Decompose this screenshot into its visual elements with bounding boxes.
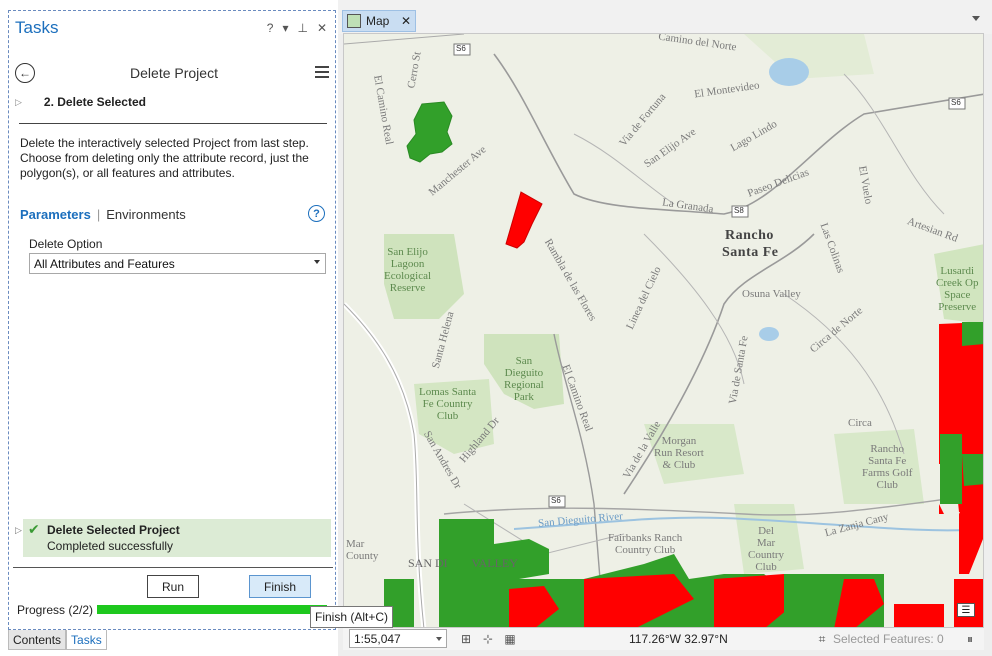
selected-features: Selected Features: 0 [833,632,944,646]
progress-label: Progress (2/2) [17,603,94,617]
message-subtitle: Completed successfully [47,539,174,553]
progress-fill [97,605,327,614]
checkmark-icon: ✔ [28,521,40,537]
map-tab-label: Map [366,14,390,28]
dropdown-icon[interactable]: ▾ [282,21,288,35]
map-label-mar-county: Mar County [346,538,379,562]
coordinate-readout: 117.26°W 32.97°N [629,632,728,646]
tab-parameters[interactable]: Parameters [20,207,91,222]
map-label-lusardi-creek: Lusardi Creek Op Space Preserve [936,265,979,313]
map-label-rancho: Rancho [725,228,774,243]
tab-tasks[interactable]: Tasks [66,630,107,650]
chevron-down-icon [436,637,442,641]
task-description: Delete the interactively selected Projec… [20,136,309,180]
grid-icon[interactable]: ▦ [503,632,517,646]
finish-tooltip: Finish (Alt+C) [310,606,394,628]
run-button[interactable]: Run [147,575,199,598]
menu-icon[interactable] [315,66,329,78]
result-message: ▷ ✔ Delete Selected Project Completed su… [15,519,331,557]
bottom-tabs: Contents Tasks [8,630,107,650]
tasks-frame: Tasks ? ▾ ⊥ ✕ ← Delete Project ▷ 2. Dele… [8,10,336,630]
map-status-bar: 1:55,047 ⊞ ⊹ ▦ 117.26°W 32.97°N ⌗ Select… [343,628,984,650]
snapping-icon[interactable]: ⊹ [481,632,495,646]
pin-icon[interactable]: ⊥ [297,21,307,35]
progress-bar [97,605,327,614]
help-icon[interactable]: ? [267,21,274,35]
close-icon[interactable]: ✕ [317,21,327,35]
delete-option-value: All Attributes and Features [34,257,175,271]
parameter-tabs: Parameters | Environments [20,207,186,222]
tab-environments[interactable]: Environments [106,207,185,222]
tasks-title: Tasks [15,18,59,37]
map-label-lomas-santa-fe: Lomas Santa Fe Country Club [419,386,477,422]
tab-separator: | [96,207,101,222]
fixed-zoom-icon[interactable]: ⊞ [459,632,473,646]
road-shield-s6: S6 [456,44,466,53]
divider [19,123,327,124]
selection-icon: ⌗ [818,631,826,646]
map-view[interactable]: Rancho Santa Fe San Elijo Lagoon Ecologi… [343,33,984,628]
expand-triangle-icon[interactable]: ▷ [15,525,22,536]
chevron-down-icon [314,260,320,264]
chevron-down-icon[interactable] [972,16,980,21]
pause-icon[interactable]: ⏸ [963,632,977,646]
map-label-fairbanks-ranch: Fairbanks Ranch Country Club [608,532,683,556]
close-icon[interactable]: ✕ [401,14,411,28]
map-label-san-dieguito-park: San Dieguito Regional Park [504,355,544,403]
map-label-santa-fe: Santa Fe [722,245,779,260]
map-label-morgan-run: Morgan Run Resort & Club [654,435,704,471]
expand-triangle-icon[interactable]: ▷ [15,97,22,108]
task-name: Delete Project [130,65,218,81]
step-row[interactable]: ▷ 2. Delete Selected [15,95,146,109]
map-label-san-dieguito-valley: SAN DI VALLEY [408,556,518,570]
delete-option-select[interactable]: All Attributes and Features [29,253,326,274]
road-shield-s6: S6 [951,98,961,107]
notification-icon[interactable]: ☰ [957,603,975,617]
divider [13,567,333,568]
map-label-circa: Circa [848,417,872,429]
tasks-pane: Tasks ? ▾ ⊥ ✕ ← Delete Project ▷ 2. Dele… [0,0,338,656]
map-tabbar: Map ✕ [338,0,992,34]
map-label-rancho-santa-fe-farms: Rancho Santa Fe Farms Golf Club [862,443,913,491]
tab-contents[interactable]: Contents [8,630,67,650]
delete-option-label: Delete Option [29,237,103,251]
step-label: 2. Delete Selected [43,95,146,109]
pane-controls: ? ▾ ⊥ ✕ [267,21,327,35]
map-label-san-elijo-lagoon: San Elijo Lagoon Ecological Reserve [384,246,432,294]
map-label-del-mar-country-club: Del Mar Country Club [748,525,785,573]
road-shield-s8: S8 [734,206,744,215]
question-help-icon[interactable]: ? [308,205,325,222]
map-label-osuna-valley: Osuna Valley [742,288,801,300]
map-icon [347,14,361,28]
tab-map[interactable]: Map ✕ [342,10,416,32]
finish-button[interactable]: Finish [249,575,311,598]
scale-value: 1:55,047 [354,632,401,646]
scale-select[interactable]: 1:55,047 [349,629,447,648]
message-title: Delete Selected Project [47,523,180,537]
road-shield-s6: S6 [551,496,561,505]
